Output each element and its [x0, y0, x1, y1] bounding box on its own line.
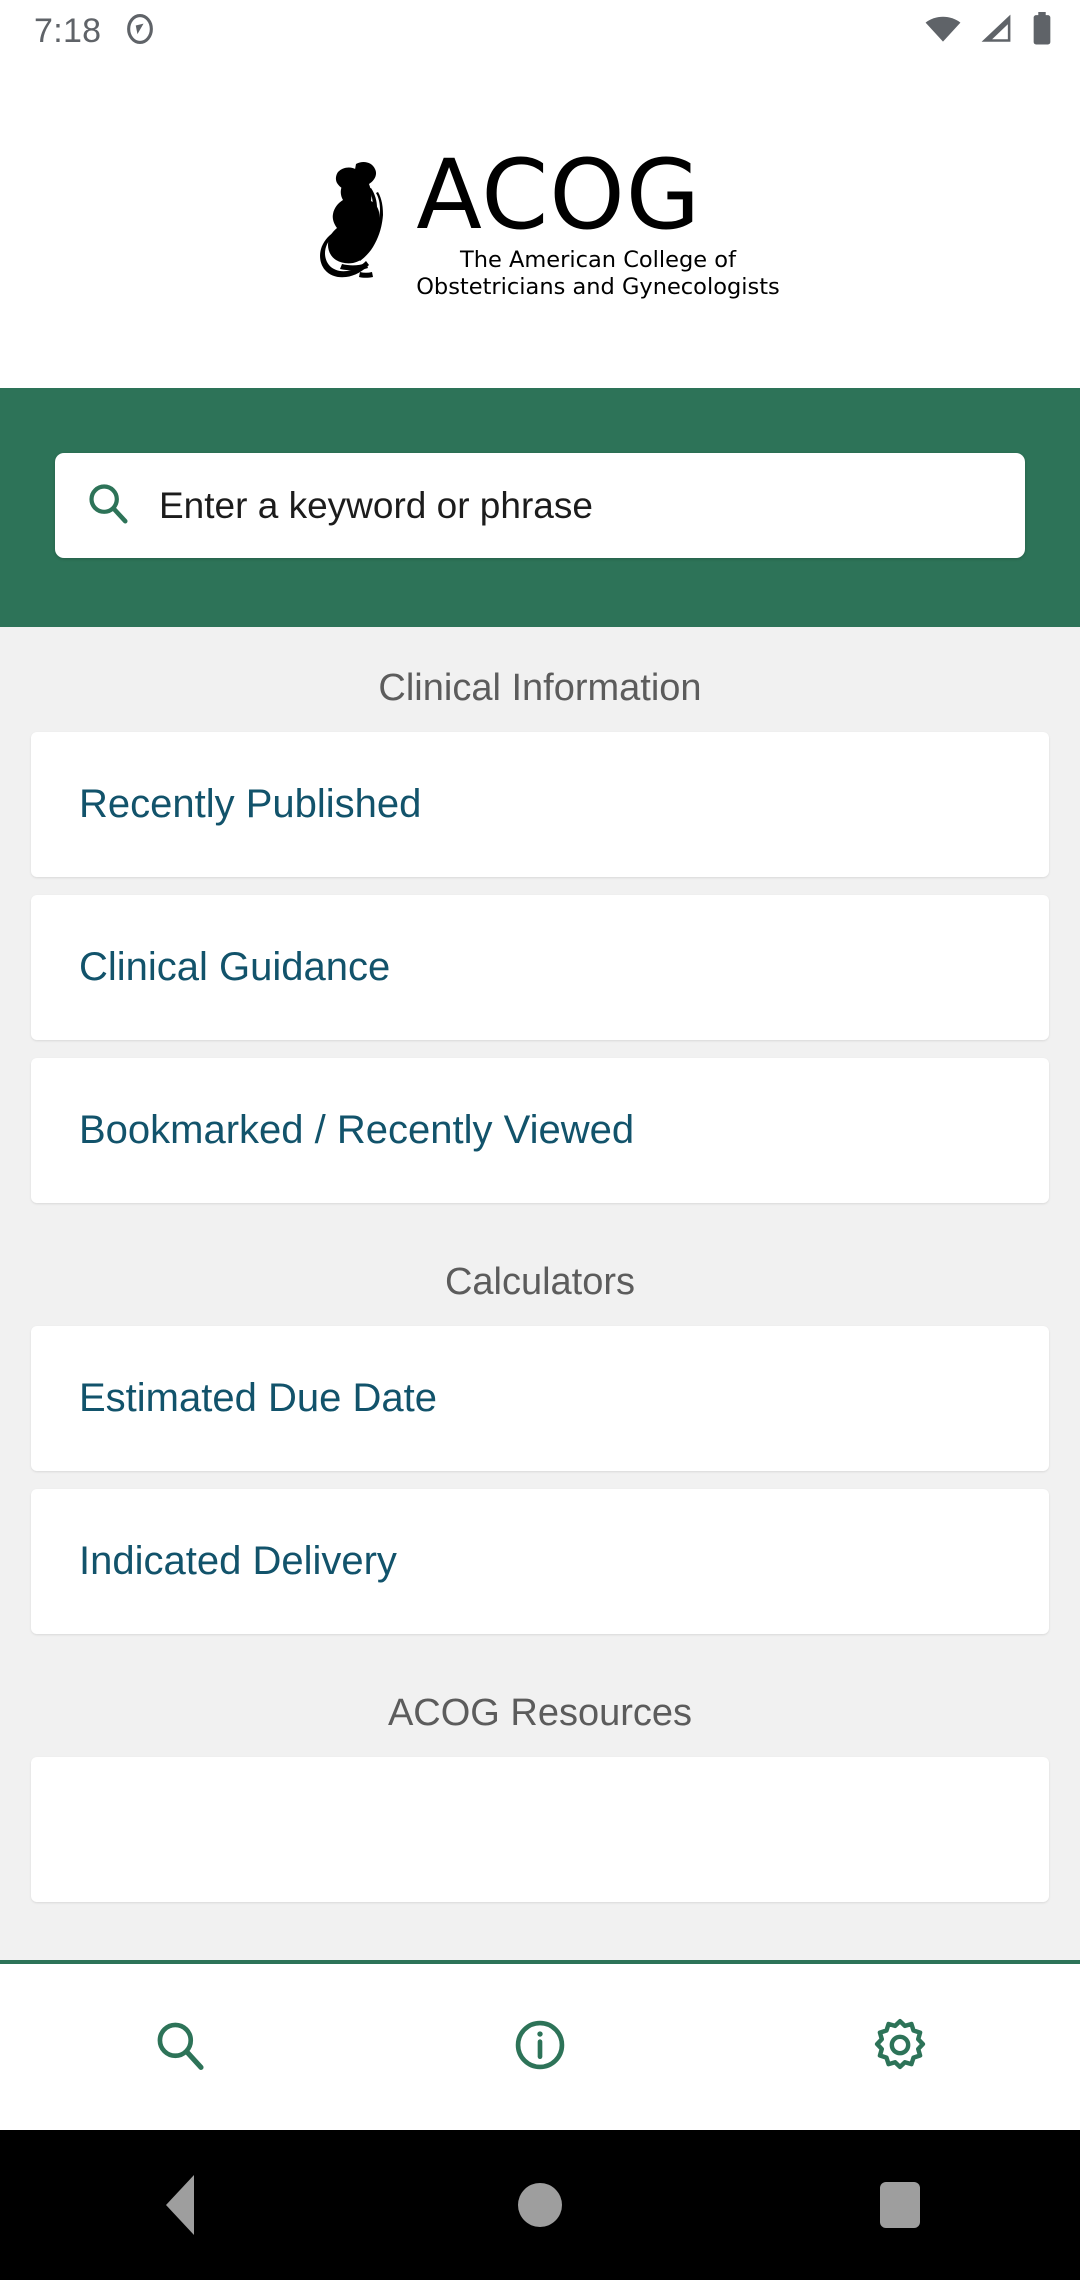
back-triangle-icon [166, 2175, 194, 2235]
list-item-recently-published[interactable]: Recently Published [31, 732, 1049, 877]
acog-logo: ACOG The American College of Obstetricia… [316, 138, 780, 300]
section-title-calculators: Calculators [444, 1261, 636, 1303]
list-item-indicated-delivery[interactable]: Indicated Delivery [31, 1489, 1049, 1634]
status-bar-right [924, 11, 1054, 51]
card-label: Clinical Guidance [79, 945, 391, 989]
list-item-estimated-due-date[interactable]: Estimated Due Date [31, 1326, 1049, 1471]
status-bar: 7:18 [0, 0, 1080, 62]
battery-icon [1030, 11, 1054, 51]
card-label: Indicated Delivery [79, 1539, 397, 1583]
card-label: Recently Published [79, 782, 422, 826]
status-clock: 7:18 [34, 11, 102, 50]
acog-figure-icon [316, 154, 408, 286]
acog-wordmark-group: ACOG The American College of Obstetricia… [416, 138, 780, 300]
recents-square-icon [880, 2182, 920, 2228]
acog-wordmark: ACOG [416, 138, 702, 251]
acog-tagline-line2: Obstetricians and Gynecologists [416, 273, 780, 300]
bottom-navigation-bar [0, 1960, 1080, 2130]
search-header: Enter a keyword or phrase [0, 388, 1080, 627]
card-label: Bookmarked / Recently Viewed [79, 1108, 635, 1152]
home-circle-icon [518, 2183, 562, 2227]
acog-tagline-line1: The American College of [459, 247, 736, 274]
search-placeholder: Enter a keyword or phrase [159, 484, 593, 526]
android-home-button[interactable] [440, 2183, 640, 2227]
android-back-button[interactable] [80, 2175, 280, 2235]
wifi-icon [924, 13, 962, 50]
cellular-icon [978, 13, 1014, 50]
gear-icon [872, 2017, 928, 2078]
info-circle-icon [512, 2017, 568, 2078]
nav-button-settings[interactable] [810, 2017, 990, 2078]
nav-button-info[interactable] [450, 2017, 630, 2078]
main-content[interactable]: Clinical Information Recently Published … [0, 627, 1080, 1960]
search-icon [85, 480, 131, 531]
card-label: Estimated Due Date [79, 1376, 437, 1420]
notification-sync-icon [123, 12, 157, 51]
search-input[interactable]: Enter a keyword or phrase [55, 453, 1025, 558]
nav-button-search[interactable] [90, 2017, 270, 2078]
android-system-navigation [0, 2130, 1080, 2280]
section-title-acog-resources: ACOG Resources [387, 1692, 693, 1734]
status-bar-left: 7:18 [34, 12, 157, 51]
android-recents-button[interactable] [800, 2182, 1000, 2228]
app-screen: 7:18 ACOG The American College of Obstet… [0, 0, 1080, 2280]
list-item-bookmarked-recently-viewed[interactable]: Bookmarked / Recently Viewed [31, 1058, 1049, 1203]
section-title-clinical-information: Clinical Information [378, 667, 702, 709]
list-item-acog-resource-partial[interactable] [31, 1757, 1049, 1902]
search-icon [152, 2017, 208, 2078]
app-logo-header: ACOG The American College of Obstetricia… [0, 62, 1080, 388]
list-item-clinical-guidance[interactable]: Clinical Guidance [31, 895, 1049, 1040]
